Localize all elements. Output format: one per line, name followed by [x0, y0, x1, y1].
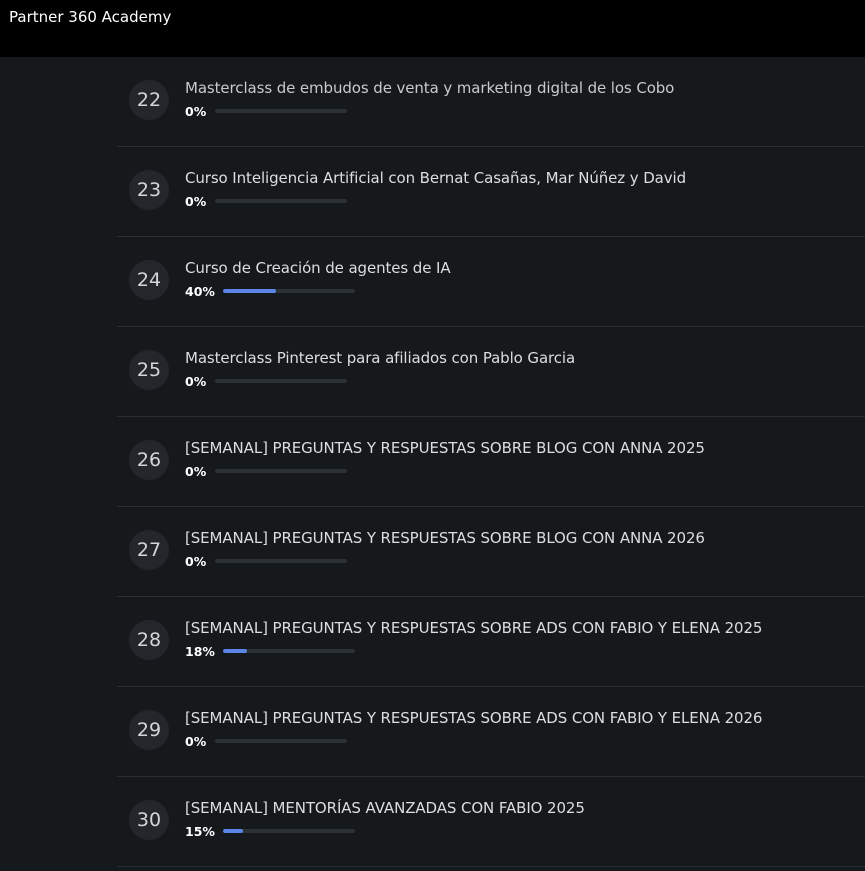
- progress-track: [215, 559, 347, 563]
- progress-track: [215, 469, 347, 473]
- progress-percent: 0%: [185, 373, 207, 389]
- course-number: 25: [129, 350, 169, 390]
- progress-percent: 40%: [185, 283, 215, 299]
- course-row[interactable]: 24 Curso de Creación de agentes de IA 40…: [117, 237, 865, 327]
- app-title[interactable]: Partner 360 Academy: [9, 8, 171, 26]
- course-row[interactable]: 26 [SEMANAL] PREGUNTAS Y RESPUESTAS SOBR…: [117, 417, 865, 507]
- course-title[interactable]: [SEMANAL] PREGUNTAS Y RESPUESTAS SOBRE B…: [185, 439, 705, 457]
- course-row[interactable]: 25 Masterclass Pinterest para afiliados …: [117, 327, 865, 417]
- progress-percent: 0%: [185, 463, 207, 479]
- course-title[interactable]: Masterclass Pinterest para afiliados con…: [185, 349, 575, 367]
- course-row[interactable]: 23 Curso Inteligencia Artificial con Ber…: [117, 147, 865, 237]
- course-number: 30: [129, 800, 169, 840]
- course-progress: 40%: [185, 283, 355, 299]
- top-bar: Partner 360 Academy: [0, 0, 865, 57]
- progress-track: [222, 649, 355, 653]
- course-number: 26: [129, 440, 169, 480]
- progress-percent: 18%: [185, 643, 215, 659]
- course-progress: 18%: [185, 643, 355, 659]
- progress-track: [215, 199, 347, 203]
- course-progress: 0%: [185, 553, 347, 569]
- course-number: 23: [129, 170, 169, 210]
- course-number: 28: [129, 620, 169, 660]
- course-title[interactable]: [SEMANAL] MENTORÍAS AVANZADAS CON FABIO …: [185, 799, 585, 817]
- progress-track: [215, 109, 347, 113]
- progress-percent: 0%: [185, 733, 207, 749]
- course-list: 22 Masterclass de embudos de venta y mar…: [117, 57, 865, 871]
- progress-percent: 0%: [185, 553, 207, 569]
- progress-percent: 0%: [185, 193, 207, 209]
- course-number: 27: [129, 530, 169, 570]
- course-title[interactable]: Masterclass de embudos de venta y market…: [185, 79, 674, 97]
- course-progress: 15%: [185, 823, 355, 839]
- course-title[interactable]: Curso Inteligencia Artificial con Bernat…: [185, 169, 686, 187]
- course-row[interactable]: 28 [SEMANAL] PREGUNTAS Y RESPUESTAS SOBR…: [117, 597, 865, 687]
- progress-track: [222, 829, 355, 833]
- course-progress: 0%: [185, 463, 347, 479]
- course-row[interactable]: 22 Masterclass de embudos de venta y mar…: [117, 57, 865, 147]
- progress-fill: [222, 649, 247, 653]
- progress-percent: 15%: [185, 823, 215, 839]
- course-number: 24: [129, 260, 169, 300]
- course-row[interactable]: 29 [SEMANAL] PREGUNTAS Y RESPUESTAS SOBR…: [117, 687, 865, 777]
- course-row[interactable]: 30 [SEMANAL] MENTORÍAS AVANZADAS CON FAB…: [117, 777, 865, 867]
- progress-track: [222, 289, 355, 293]
- progress-track: [215, 379, 347, 383]
- course-progress: 0%: [185, 103, 347, 119]
- course-row[interactable]: 27 [SEMANAL] PREGUNTAS Y RESPUESTAS SOBR…: [117, 507, 865, 597]
- course-number: 29: [129, 710, 169, 750]
- course-number: 22: [129, 80, 169, 120]
- progress-track: [215, 739, 347, 743]
- course-title[interactable]: [SEMANAL] PREGUNTAS Y RESPUESTAS SOBRE A…: [185, 709, 762, 727]
- progress-fill: [222, 289, 276, 293]
- course-progress: 0%: [185, 733, 347, 749]
- course-title[interactable]: [SEMANAL] PREGUNTAS Y RESPUESTAS SOBRE A…: [185, 619, 762, 637]
- course-title[interactable]: [SEMANAL] PREGUNTAS Y RESPUESTAS SOBRE B…: [185, 529, 705, 547]
- course-progress: 0%: [185, 373, 347, 389]
- course-progress: 0%: [185, 193, 347, 209]
- progress-percent: 0%: [185, 103, 207, 119]
- course-title[interactable]: Curso de Creación de agentes de IA: [185, 259, 451, 277]
- progress-fill: [222, 829, 243, 833]
